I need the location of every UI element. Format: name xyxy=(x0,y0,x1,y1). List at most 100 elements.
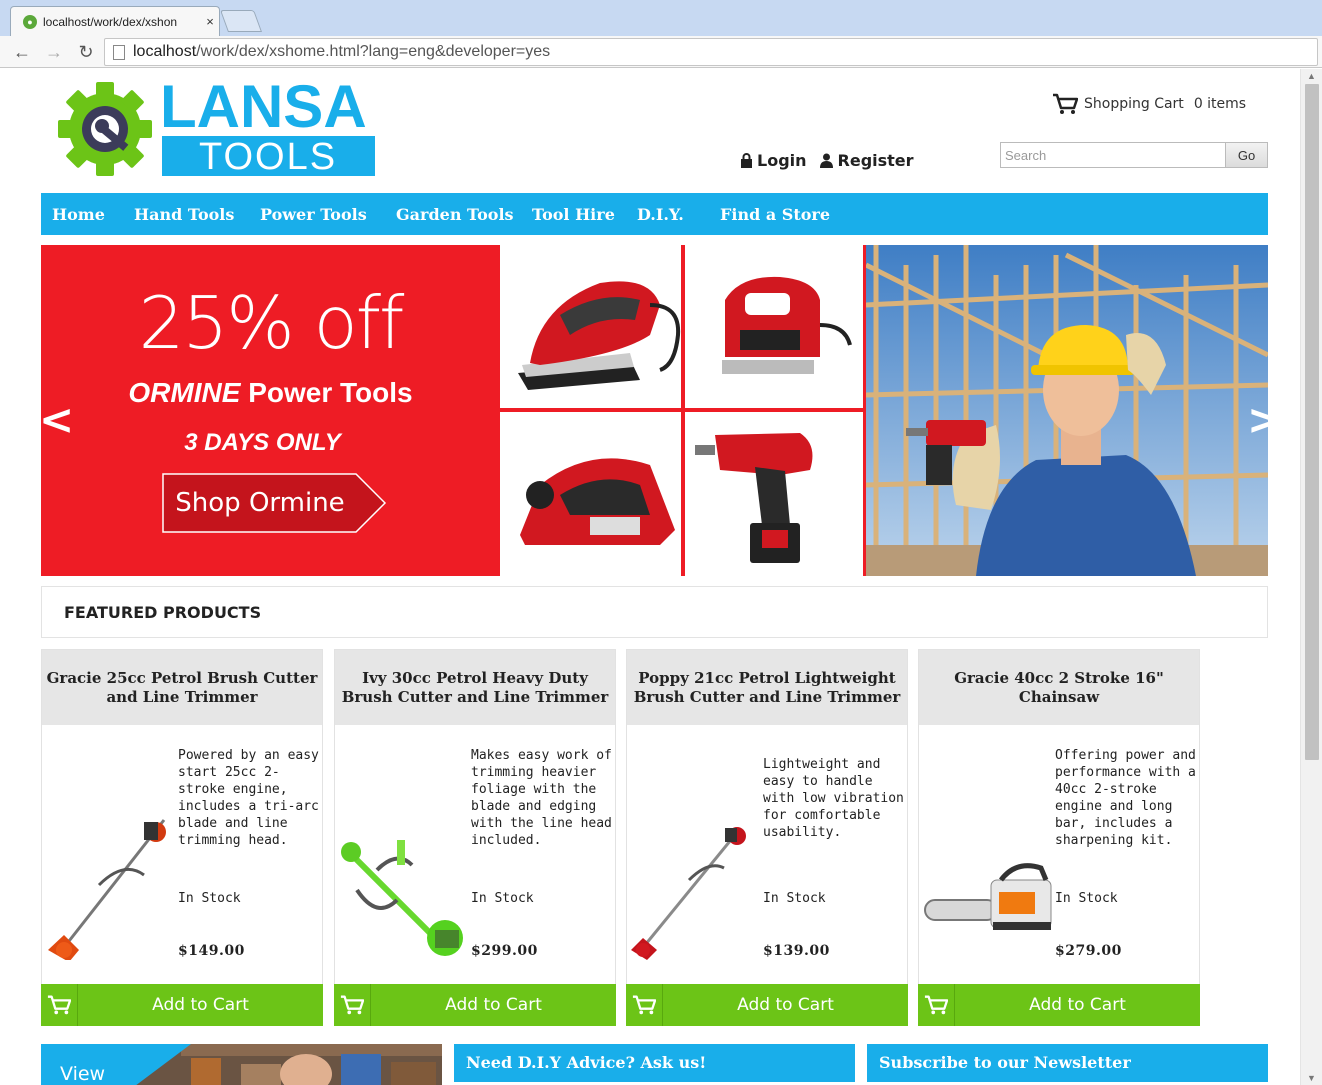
cart-icon xyxy=(41,984,78,1026)
product-image[interactable] xyxy=(337,750,471,960)
back-arrow-icon[interactable]: ← xyxy=(10,40,34,64)
promo-brand-suffix: Power Tools xyxy=(248,377,413,408)
product-description: Powered by an easy start 25cc 2-stroke e… xyxy=(178,748,319,848)
brush-cutter-red-icon xyxy=(631,827,746,960)
search-input[interactable] xyxy=(1000,142,1226,168)
user-icon xyxy=(819,153,833,168)
scroll-thumb[interactable] xyxy=(1305,84,1319,760)
scroll-up-arrow-icon[interactable]: ▲ xyxy=(1307,71,1316,81)
promo-panel: 25% off ORMINE Power Tools 3 DAYS ONLY S… xyxy=(41,245,500,576)
builder-with-drill-illustration xyxy=(866,245,1268,576)
shopping-cart-icon xyxy=(1053,93,1078,114)
product-card: Gracie 25cc Petrol Brush Cutter and Line… xyxy=(41,649,323,1026)
planer-icon xyxy=(520,458,675,545)
new-tab-button[interactable] xyxy=(219,10,263,32)
promo-days: 3 DAYS ONLY xyxy=(184,429,341,456)
add-to-cart-button[interactable]: Add to Cart xyxy=(626,984,908,1026)
register-label: Register xyxy=(837,151,914,170)
product-price: $299.00 xyxy=(471,943,538,959)
cart-label: Shopping Cart xyxy=(1084,96,1184,112)
cart-icon xyxy=(334,984,371,1026)
product-title[interactable]: Gracie 40cc 2 Stroke 16" Chainsaw xyxy=(919,650,1199,725)
svg-text:TOOLS: TOOLS xyxy=(199,136,337,178)
shop-button-label: Shop Ormine xyxy=(175,488,345,518)
lock-icon xyxy=(741,153,752,168)
nav-diy[interactable]: D.I.Y. xyxy=(637,205,684,224)
add-to-cart-label: Add to Cart xyxy=(445,995,542,1015)
promo-brand-line: ORMINE Power Tools xyxy=(41,377,500,409)
svg-text:LANSA: LANSA xyxy=(160,79,367,140)
product-card: Poppy 21cc Petrol Lightweight Brush Cutt… xyxy=(626,649,908,1026)
cart-icon xyxy=(626,984,663,1026)
address-bar[interactable]: localhost/work/dex/xshome.html?lang=eng&… xyxy=(104,38,1318,66)
power-tools-illustration xyxy=(500,245,866,576)
power-tools-grid-image xyxy=(500,245,866,576)
product-card: Ivy 30cc Petrol Heavy Duty Brush Cutter … xyxy=(334,649,616,1026)
url-path: /work/dex/xshome.html?lang=eng&developer… xyxy=(196,43,551,60)
carousel-prev-arrow-icon[interactable]: < xyxy=(41,395,74,444)
view-panel[interactable]: View xyxy=(41,1044,442,1085)
chainsaw-icon xyxy=(924,863,1052,930)
product-title[interactable]: Gracie 25cc Petrol Brush Cutter and Line… xyxy=(42,650,322,725)
builder-photo xyxy=(866,245,1268,576)
site-favicon-icon: ● xyxy=(23,14,37,29)
nav-power-tools[interactable]: Power Tools xyxy=(260,205,367,224)
reload-icon[interactable]: ↻ xyxy=(74,40,98,64)
cart-count: 0 items xyxy=(1193,96,1247,112)
diy-advice-panel[interactable]: Need D.I.Y Advice? Ask us! xyxy=(454,1044,855,1082)
add-to-cart-button[interactable]: Add to Cart xyxy=(41,984,323,1026)
add-to-cart-button[interactable]: Add to Cart xyxy=(334,984,616,1026)
product-description: Makes easy work of trimming heavier foli… xyxy=(471,748,612,848)
site-logo[interactable]: LANSA TOOLS xyxy=(58,73,378,179)
brush-cutter-orange-icon xyxy=(48,819,166,962)
nav-garden-tools[interactable]: Garden Tools xyxy=(396,205,514,224)
nav-tool-hire[interactable]: Tool Hire xyxy=(532,205,615,224)
product-stock: In Stock xyxy=(471,891,534,906)
product-title[interactable]: Ivy 30cc Petrol Heavy Duty Brush Cutter … xyxy=(335,650,615,725)
product-image[interactable] xyxy=(44,750,178,962)
promo-brand: ORMINE xyxy=(128,377,241,408)
add-to-cart-label: Add to Cart xyxy=(737,995,834,1015)
login-label: Login xyxy=(757,151,807,170)
brush-cutter-green-icon xyxy=(341,840,463,956)
promo-carousel: 25% off ORMINE Power Tools 3 DAYS ONLY S… xyxy=(41,245,1268,576)
search-go-button[interactable]: Go xyxy=(1225,142,1268,168)
product-stock: In Stock xyxy=(763,891,826,906)
jigsaw-icon xyxy=(722,276,852,374)
gear-wrench-logo-icon: LANSA TOOLS xyxy=(58,73,375,178)
forward-arrow-icon[interactable]: → xyxy=(42,40,66,64)
product-price: $279.00 xyxy=(1055,943,1122,959)
product-stock: In Stock xyxy=(178,891,241,906)
browser-toolbar: ← → ↻ localhost/work/dex/xshome.html?lan… xyxy=(0,36,1322,68)
carousel-next-arrow-icon[interactable]: > xyxy=(1247,395,1268,444)
browser-tab[interactable]: ● localhost/work/dex/xshon × xyxy=(10,6,220,36)
browser-tabstrip: ● localhost/work/dex/xshon × xyxy=(0,0,1322,36)
product-image[interactable] xyxy=(921,750,1055,960)
newsletter-panel[interactable]: Subscribe to our Newsletter xyxy=(867,1044,1268,1082)
sander-icon xyxy=(518,281,681,390)
product-price: $139.00 xyxy=(763,943,830,959)
tab-close-icon[interactable]: × xyxy=(201,14,219,29)
scroll-down-arrow-icon[interactable]: ▼ xyxy=(1307,1073,1316,1083)
add-to-cart-label: Add to Cart xyxy=(152,995,249,1015)
shop-ormine-button[interactable]: Shop Ormine xyxy=(162,473,387,533)
register-link[interactable]: Register xyxy=(819,151,914,170)
product-image[interactable] xyxy=(629,750,763,960)
nav-home[interactable]: Home xyxy=(52,205,105,224)
add-to-cart-button[interactable]: Add to Cart xyxy=(918,984,1200,1026)
login-link[interactable]: Login xyxy=(740,151,807,170)
nav-hand-tools[interactable]: Hand Tools xyxy=(134,205,234,224)
account-links: Login Register xyxy=(740,151,914,170)
drill-icon xyxy=(695,433,813,563)
page-scrollbar[interactable]: ▲ ▼ xyxy=(1300,69,1322,1085)
product-stock: In Stock xyxy=(1055,891,1118,906)
main-navigation: Home Hand Tools Power Tools Garden Tools… xyxy=(41,193,1268,235)
cart-icon xyxy=(918,984,955,1026)
nav-find-a-store[interactable]: Find a Store xyxy=(720,205,830,224)
page-viewport: LANSA TOOLS Shopping Cart 0 items Login … xyxy=(0,69,1300,1085)
tab-title: localhost/work/dex/xshon xyxy=(43,14,178,29)
product-price: $149.00 xyxy=(178,943,245,959)
product-title[interactable]: Poppy 21cc Petrol Lightweight Brush Cutt… xyxy=(627,650,907,725)
product-description: Offering power and performance with a 40… xyxy=(1055,748,1196,848)
shopping-cart-link[interactable]: Shopping Cart 0 items xyxy=(1052,93,1246,115)
